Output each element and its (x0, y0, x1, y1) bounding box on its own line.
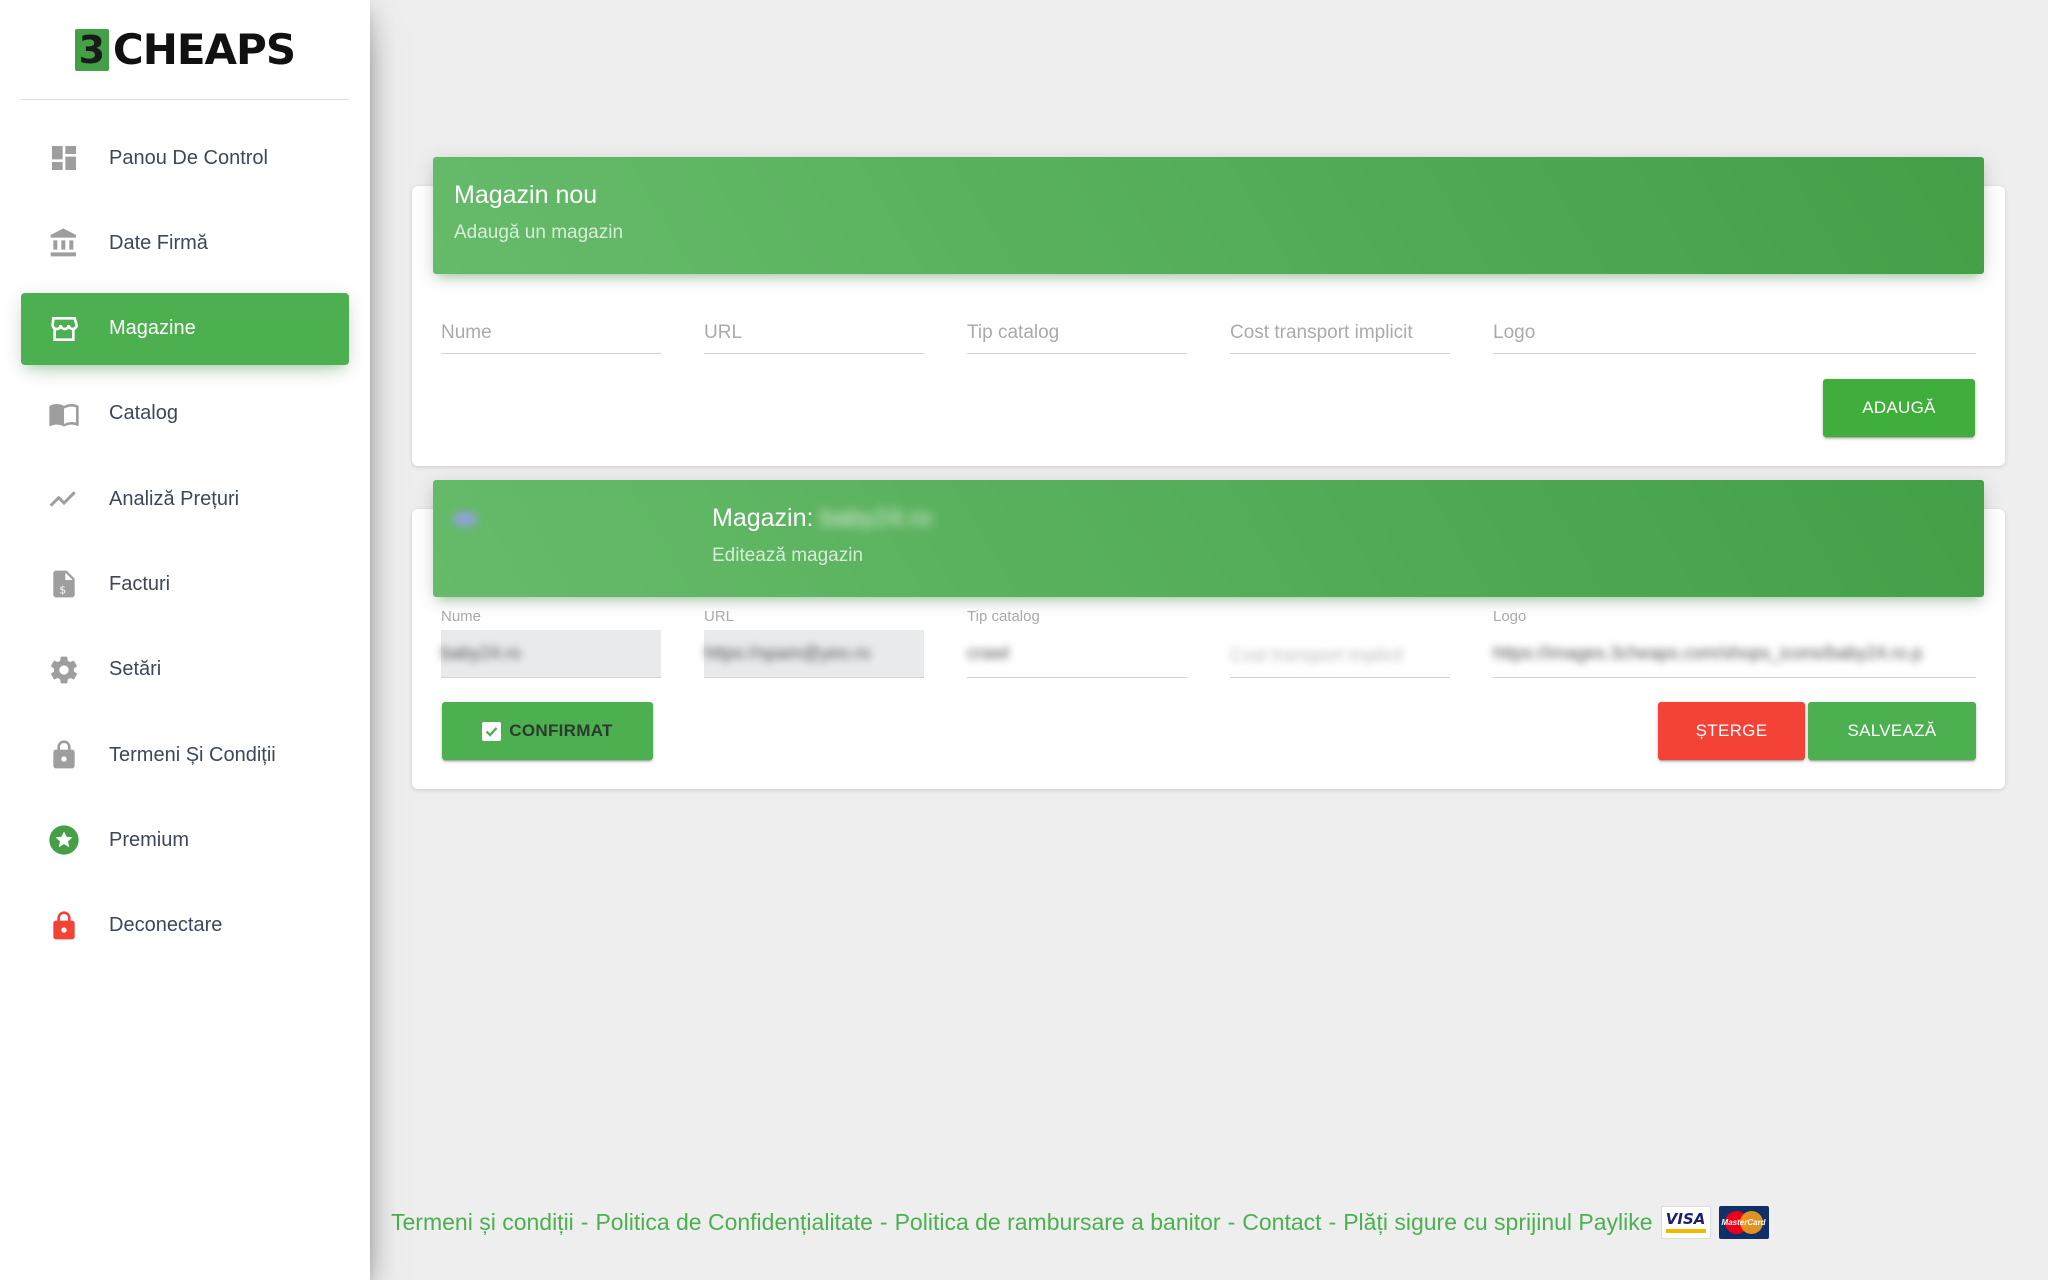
sidebar-item-settings[interactable]: Setări (21, 634, 349, 706)
sidebar-item-price-analysis[interactable]: Analiză Prețuri (21, 463, 349, 535)
logo-label: Logo (1493, 608, 1527, 625)
sidebar-item-label: Date Firmă (109, 231, 208, 254)
logo-text: CHEAPS (112, 25, 296, 74)
edit-store-catalog-input[interactable]: Tip catalog crawl (967, 608, 1187, 678)
visa-text: VISA (1665, 1210, 1706, 1228)
add-store-button[interactable]: ADAUGĂ (1823, 379, 1975, 437)
edit-store-card: Magazin: baby24.ro Editează magazin Nume… (412, 480, 2005, 789)
new-store-catalog-input[interactable]: Tip catalog (967, 316, 1187, 354)
book-icon (45, 395, 83, 433)
gear-icon (45, 651, 83, 689)
sidebar-item-premium[interactable]: Premium (21, 804, 349, 876)
sidebar: 3 CHEAPS Panou De Control Date Firmă Mag… (0, 0, 370, 1280)
footer-payments-text: Plăți sigure cu sprijinul Paylike (1343, 1208, 1653, 1235)
sidebar-nav: Panou De Control Date Firmă Magazine Cat… (21, 122, 349, 975)
sidebar-item-label: Panou De Control (109, 146, 268, 169)
store-icon (45, 310, 83, 348)
confirmed-label: CONFIRMAT (509, 721, 613, 740)
invoice-icon: $ (45, 565, 83, 603)
footer-separator: - (1328, 1208, 1337, 1235)
sidebar-item-catalog[interactable]: Catalog (21, 378, 349, 450)
brand-logo[interactable]: 3 CHEAPS (21, 0, 349, 100)
footer-terms-link[interactable]: Termeni și condiții (391, 1209, 574, 1236)
visa-logo: VISA (1660, 1205, 1711, 1239)
confirmed-toggle-button[interactable]: CONFIRMAT (442, 702, 653, 760)
save-store-button[interactable]: SALVEAZĂ (1808, 702, 1976, 760)
name-value: baby24.ro (441, 643, 522, 663)
edit-store-header: Magazin: baby24.ro Editează magazin (433, 480, 1984, 597)
bank-icon (45, 224, 83, 262)
new-store-subtitle: Adaugă un magazin (454, 222, 624, 243)
dashboard-icon (45, 139, 83, 177)
delete-store-button[interactable]: ȘTERGE (1658, 702, 1805, 760)
sidebar-item-label: Premium (109, 828, 190, 851)
edit-store-shipping-input[interactable]: Cost transport implicit (1230, 608, 1450, 678)
url-placeholder: URL (704, 322, 743, 343)
edit-store-name: baby24.ro (820, 504, 932, 532)
footer: Termeni și condiții - Politica de Confid… (391, 1204, 1769, 1240)
name-placeholder: Nume (441, 322, 492, 343)
shipping-placeholder: Cost transport implicit (1230, 645, 1404, 665)
edit-store-subtitle: Editează magazin (712, 545, 864, 566)
footer-separator: - (879, 1208, 888, 1235)
sidebar-item-label: Facturi (109, 572, 171, 595)
url-label: URL (704, 608, 735, 625)
store-logo-thumb (453, 512, 477, 526)
svg-text:$: $ (59, 584, 66, 597)
footer-separator: - (1227, 1208, 1236, 1235)
catalog-value: crawl (967, 643, 1010, 663)
mastercard-text: MasterCard (1721, 1217, 1766, 1227)
sidebar-item-invoices[interactable]: $ Facturi (21, 548, 349, 620)
sidebar-item-label: Catalog (109, 402, 178, 425)
name-label: Nume (441, 608, 482, 625)
sidebar-item-stores[interactable]: Magazine (21, 292, 349, 365)
catalog-placeholder: Tip catalog (967, 322, 1060, 343)
footer-separator: - (580, 1208, 589, 1235)
logo-placeholder: Logo (1493, 322, 1536, 343)
new-store-title: Magazin nou (454, 181, 598, 209)
new-store-header: Magazin nou Adaugă un magazin (433, 157, 1984, 274)
lock-icon (45, 736, 83, 774)
footer-privacy-link[interactable]: Politica de Confidențialitate (595, 1209, 872, 1236)
sidebar-item-dashboard[interactable]: Panou De Control (21, 122, 349, 194)
logo-mark: 3 (74, 28, 109, 71)
new-store-logo-input[interactable]: Logo (1493, 316, 1976, 354)
edit-store-title-prefix: Magazin: (712, 504, 814, 532)
sidebar-item-label: Setări (109, 658, 162, 681)
mastercard-logo: MasterCard (1718, 1205, 1769, 1239)
footer-contact-link[interactable]: Contact (1242, 1209, 1321, 1236)
trending-icon (45, 480, 83, 518)
new-store-card: Magazin nou Adaugă un magazin Nume URL T… (412, 157, 2005, 466)
edit-store-logo-input[interactable]: Logo https://images.3cheaps.com/shops_ic… (1493, 608, 1976, 678)
logout-lock-icon (45, 907, 83, 945)
logo-value: https://images.3cheaps.com/shops_icons/b… (1493, 643, 1923, 663)
sidebar-item-logout[interactable]: Deconectare (21, 890, 349, 962)
edit-store-name-input[interactable]: baby24.ro (441, 630, 661, 678)
url-value: https://spam@yeo.ro (704, 643, 871, 663)
new-store-name-input[interactable]: Nume (441, 316, 661, 354)
sidebar-item-company[interactable]: Date Firmă (21, 207, 349, 279)
sidebar-item-label: Deconectare (109, 914, 223, 937)
sidebar-item-label: Magazine (109, 317, 196, 340)
sidebar-item-label: Analiză Prețuri (109, 487, 240, 510)
star-icon (45, 821, 83, 859)
new-store-url-input[interactable]: URL (704, 316, 924, 354)
footer-refund-link[interactable]: Politica de rambursare a banitor (895, 1209, 1221, 1236)
checkbox-checked-icon (482, 721, 502, 741)
sidebar-item-terms[interactable]: Termeni Și Condiții (21, 719, 349, 791)
sidebar-item-label: Termeni Și Condiții (109, 743, 276, 766)
shipping-placeholder: Cost transport implicit (1230, 322, 1413, 343)
new-store-shipping-input[interactable]: Cost transport implicit (1230, 316, 1450, 354)
edit-store-url-input[interactable]: https://spam@yeo.ro (704, 630, 924, 678)
catalog-label: Tip catalog (967, 608, 1040, 625)
